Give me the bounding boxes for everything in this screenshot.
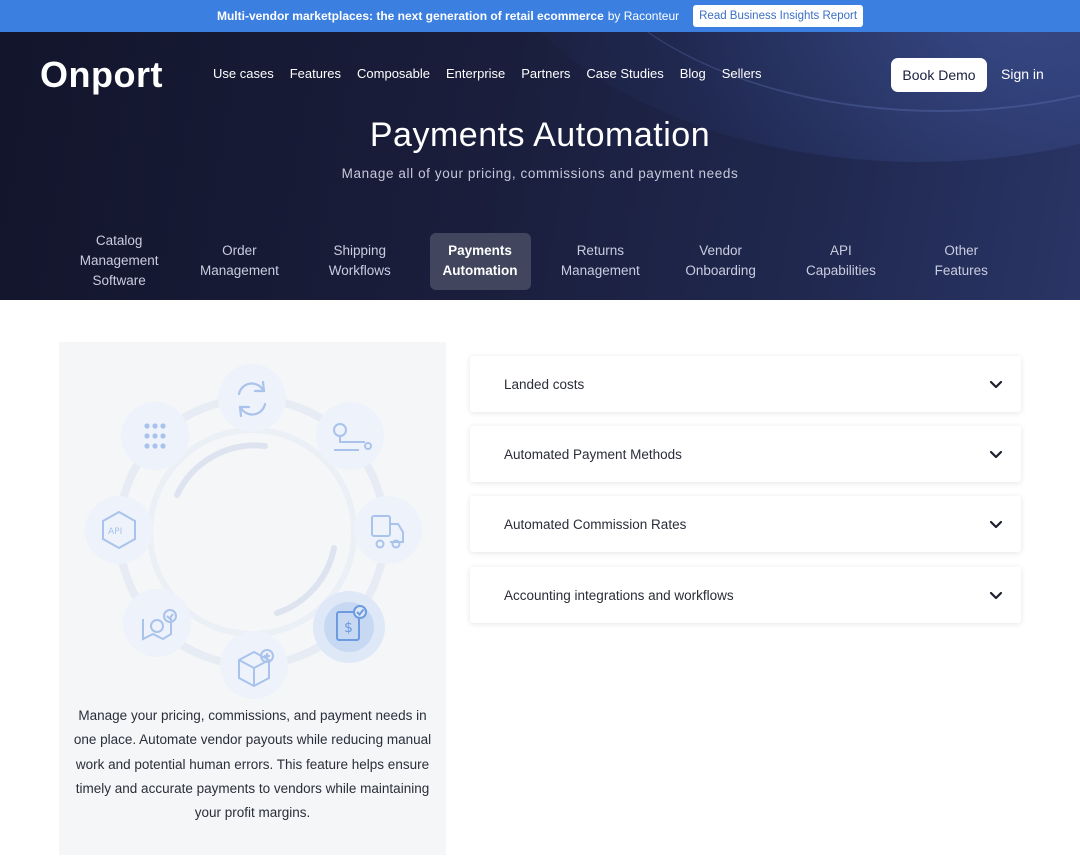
nav-item-features[interactable]: Features	[290, 66, 341, 81]
tab-label-line: Other	[944, 243, 979, 258]
tab-shipping-workflows[interactable]: Shipping Workflows	[300, 228, 420, 294]
feature-description: Manage your pricing, commissions, and pa…	[73, 708, 432, 821]
chevron-down-icon[interactable]	[989, 591, 1003, 601]
accordion-label: Automated Payment Methods	[504, 446, 682, 462]
grid-dots-icon	[144, 423, 166, 449]
tab-label-line: Vendor	[699, 243, 743, 258]
tab-label-line: Order	[222, 243, 257, 258]
tab-label-line: Payments	[448, 243, 512, 258]
nav-item-partners[interactable]: Partners	[521, 66, 570, 81]
tab-label-line: Catalog	[95, 233, 143, 248]
chevron-down-icon[interactable]	[989, 380, 1003, 390]
page-subtitle: Manage all of your pricing, commissions …	[341, 166, 739, 181]
accordion-accounting-integrations[interactable]: Accounting integrations and workflows	[470, 567, 1021, 623]
tab-other-features[interactable]: Other Features	[901, 228, 1021, 294]
feature-tabs: Catalog Management Software Order Managemen…	[59, 228, 1021, 294]
accordion-label: Automated Commission Rates	[504, 516, 687, 532]
promo-lead-text: Multi-vendor marketplaces: the next gene…	[216, 9, 604, 23]
tab-vendor-onboarding[interactable]: Vendor Onboarding	[660, 228, 780, 294]
svg-text:$: $	[344, 620, 353, 636]
tab-label-line: Capabilities	[806, 263, 876, 278]
tab-label-line: Management	[200, 263, 279, 278]
tab-returns-management[interactable]: Returns Management	[540, 228, 660, 294]
tab-label-line: API	[830, 243, 852, 258]
tab-label-line: Features	[934, 263, 988, 278]
tab-order-management[interactable]: Order Management	[179, 228, 299, 294]
book-demo-button[interactable]: Book Demo	[891, 58, 987, 92]
chevron-down-icon[interactable]	[989, 520, 1003, 530]
nav-item-blog[interactable]: Blog	[680, 66, 706, 81]
tab-label-line: Returns	[576, 243, 624, 258]
tab-label-line: Onboarding	[685, 263, 756, 278]
api-icon-label: API	[108, 527, 122, 537]
accordion-landed-costs[interactable]: Landed costs	[470, 356, 1021, 412]
nav-item-use-cases[interactable]: Use cases	[213, 66, 274, 81]
accordion-automated-payment-methods[interactable]: Automated Payment Methods	[470, 426, 1021, 482]
page-title: Payments Automation	[369, 116, 711, 154]
read-report-button[interactable]: Read Business Insights Report	[693, 5, 864, 27]
hero-section: Onport Use cases Features Composable Ent…	[0, 32, 1080, 300]
payments-cycle-illustration: $ API	[85, 364, 422, 699]
nav-item-case-studies[interactable]: Case Studies	[586, 66, 663, 81]
chevron-down-icon[interactable]	[989, 450, 1003, 460]
tab-label-line: Shipping	[333, 243, 387, 258]
onport-logo[interactable]: Onport	[40, 54, 163, 96]
nav-item-sellers[interactable]: Sellers	[722, 66, 762, 81]
promo-byline: by Raconteur	[607, 9, 680, 23]
tab-label-line: Management	[560, 263, 640, 278]
tab-label-line: Workflows	[328, 263, 391, 278]
tab-label-line: Automation	[442, 263, 518, 278]
tab-label-line: Management	[79, 253, 159, 268]
nav-item-composable[interactable]: Composable	[357, 66, 430, 81]
tab-catalog-management[interactable]: Catalog Management Software	[59, 228, 179, 294]
nav-item-enterprise[interactable]: Enterprise	[446, 66, 505, 81]
promo-banner: Multi-vendor marketplaces: the next gene…	[0, 0, 1080, 32]
sign-in-link[interactable]: Sign in	[1001, 66, 1044, 82]
accordion-automated-commission-rates[interactable]: Automated Commission Rates	[470, 496, 1021, 552]
tab-api-capabilities[interactable]: API Capabilities	[781, 228, 901, 294]
main-nav: Use cases Features Composable Enterprise…	[213, 66, 762, 81]
accordion-label: Landed costs	[504, 376, 585, 392]
feature-illustration-panel: $ API Manage your pricing, commissions, …	[59, 342, 446, 855]
accordion-label: Accounting integrations and workflows	[504, 587, 734, 603]
tab-label-line: Software	[92, 273, 146, 288]
tab-payments-automation[interactable]: Payments Automation	[420, 228, 540, 294]
